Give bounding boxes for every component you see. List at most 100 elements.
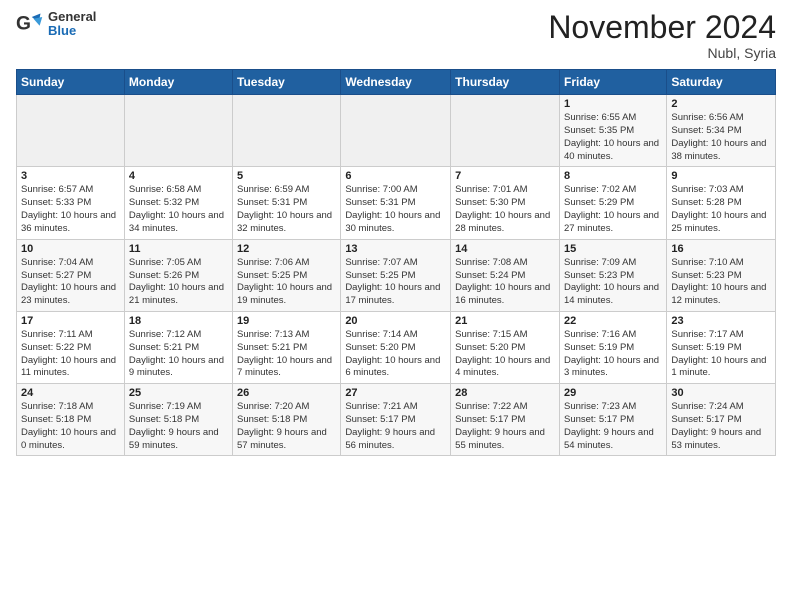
calendar-header-row: SundayMondayTuesdayWednesdayThursdayFrid…	[17, 70, 776, 95]
calendar-cell: 2 Sunrise: 6:56 AM Sunset: 5:34 PM Daylig…	[667, 95, 776, 167]
day-info: Sunrise: 6:59 AM Sunset: 5:31 PM Dayligh…	[237, 184, 336, 235]
day-number: 3	[21, 170, 120, 182]
calendar-week-row: 1 Sunrise: 6:55 AM Sunset: 5:35 PM Daylig…	[17, 95, 776, 167]
header: G General Blue November 2024 Nubl, Syria	[16, 10, 776, 61]
day-info: Sunrise: 7:17 AM Sunset: 5:19 PM Dayligh…	[671, 329, 771, 380]
day-number: 15	[564, 243, 662, 255]
calendar-cell: 3Sunrise: 6:57 AM Sunset: 5:33 PM Daylig…	[17, 167, 125, 239]
day-info: Sunrise: 7:16 AM Sunset: 5:19 PM Dayligh…	[564, 329, 662, 380]
day-number: 27	[345, 387, 446, 399]
day-number: 24	[21, 387, 120, 399]
day-number: 23	[671, 315, 771, 327]
day-number: 16	[671, 243, 771, 255]
calendar-cell: 29 Sunrise: 7:23 AM Sunset: 5:17 PM Dayli…	[559, 384, 666, 456]
title-month: November 2024	[548, 10, 776, 45]
day-number: 30	[671, 387, 771, 399]
calendar-cell: 22Sunrise: 7:16 AM Sunset: 5:19 PM Dayli…	[559, 311, 666, 383]
day-number: 11	[129, 243, 228, 255]
day-number: 1	[564, 98, 662, 110]
day-number: 20	[345, 315, 446, 327]
calendar-cell	[233, 95, 341, 167]
day-number: 14	[455, 243, 555, 255]
calendar-cell	[17, 95, 125, 167]
day-info: Sunrise: 6:58 AM Sunset: 5:32 PM Dayligh…	[129, 184, 228, 235]
calendar-cell: 6 Sunrise: 7:00 AM Sunset: 5:31 PM Daylig…	[341, 167, 451, 239]
day-number: 6	[345, 170, 446, 182]
day-info: Sunrise: 7:19 AM Sunset: 5:18 PM Dayligh…	[129, 401, 228, 452]
day-number: 10	[21, 243, 120, 255]
day-info: Sunrise: 7:18 AM Sunset: 5:18 PM Dayligh…	[21, 401, 120, 452]
day-info: Sunrise: 7:11 AM Sunset: 5:22 PM Dayligh…	[21, 329, 120, 380]
day-info: Sunrise: 6:56 AM Sunset: 5:34 PM Dayligh…	[671, 112, 771, 163]
calendar-cell: 18Sunrise: 7:12 AM Sunset: 5:21 PM Dayli…	[124, 311, 232, 383]
calendar-week-row: 17Sunrise: 7:11 AM Sunset: 5:22 PM Dayli…	[17, 311, 776, 383]
day-info: Sunrise: 7:00 AM Sunset: 5:31 PM Dayligh…	[345, 184, 446, 235]
svg-text:G: G	[16, 14, 31, 35]
day-info: Sunrise: 7:13 AM Sunset: 5:21 PM Dayligh…	[237, 329, 336, 380]
weekday-header: Thursday	[451, 70, 560, 95]
calendar-cell: 21 Sunrise: 7:15 AM Sunset: 5:20 PM Dayli…	[451, 311, 560, 383]
calendar-cell: 24 Sunrise: 7:18 AM Sunset: 5:18 PM Dayli…	[17, 384, 125, 456]
day-info: Sunrise: 7:15 AM Sunset: 5:20 PM Dayligh…	[455, 329, 555, 380]
logo-icon: G	[16, 10, 44, 38]
page: G General Blue November 2024 Nubl, Syria…	[0, 0, 792, 472]
calendar-cell: 16 Sunrise: 7:10 AM Sunset: 5:23 PM Dayli…	[667, 239, 776, 311]
day-info: Sunrise: 7:14 AM Sunset: 5:20 PM Dayligh…	[345, 329, 446, 380]
day-number: 25	[129, 387, 228, 399]
day-number: 4	[129, 170, 228, 182]
day-info: Sunrise: 7:07 AM Sunset: 5:25 PM Dayligh…	[345, 257, 446, 308]
logo-text: General Blue	[48, 10, 96, 39]
weekday-header: Monday	[124, 70, 232, 95]
calendar-cell: 7Sunrise: 7:01 AM Sunset: 5:30 PM Daylig…	[451, 167, 560, 239]
calendar-cell: 11 Sunrise: 7:05 AM Sunset: 5:26 PM Dayli…	[124, 239, 232, 311]
title-location: Nubl, Syria	[548, 45, 776, 61]
calendar-cell: 1 Sunrise: 6:55 AM Sunset: 5:35 PM Daylig…	[559, 95, 666, 167]
day-info: Sunrise: 7:04 AM Sunset: 5:27 PM Dayligh…	[21, 257, 120, 308]
calendar-cell: 14 Sunrise: 7:08 AM Sunset: 5:24 PM Dayli…	[451, 239, 560, 311]
calendar-cell: 15Sunrise: 7:09 AM Sunset: 5:23 PM Dayli…	[559, 239, 666, 311]
day-number: 18	[129, 315, 228, 327]
title-block: November 2024 Nubl, Syria	[548, 10, 776, 61]
calendar-cell	[124, 95, 232, 167]
weekday-header: Sunday	[17, 70, 125, 95]
logo: G General Blue	[16, 10, 96, 39]
calendar-cell: 26Sunrise: 7:20 AM Sunset: 5:18 PM Dayli…	[233, 384, 341, 456]
day-info: Sunrise: 7:05 AM Sunset: 5:26 PM Dayligh…	[129, 257, 228, 308]
day-number: 19	[237, 315, 336, 327]
calendar-week-row: 24 Sunrise: 7:18 AM Sunset: 5:18 PM Dayli…	[17, 384, 776, 456]
calendar-cell	[451, 95, 560, 167]
calendar-cell: 30 Sunrise: 7:24 AM Sunset: 5:17 PM Dayli…	[667, 384, 776, 456]
day-number: 29	[564, 387, 662, 399]
day-number: 9	[671, 170, 771, 182]
weekday-header: Wednesday	[341, 70, 451, 95]
day-info: Sunrise: 7:23 AM Sunset: 5:17 PM Dayligh…	[564, 401, 662, 452]
weekday-header: Friday	[559, 70, 666, 95]
day-number: 8	[564, 170, 662, 182]
calendar-cell: 13 Sunrise: 7:07 AM Sunset: 5:25 PM Dayli…	[341, 239, 451, 311]
day-info: Sunrise: 7:22 AM Sunset: 5:17 PM Dayligh…	[455, 401, 555, 452]
calendar-cell: 10 Sunrise: 7:04 AM Sunset: 5:27 PM Dayli…	[17, 239, 125, 311]
day-number: 21	[455, 315, 555, 327]
calendar-cell: 17Sunrise: 7:11 AM Sunset: 5:22 PM Dayli…	[17, 311, 125, 383]
day-number: 28	[455, 387, 555, 399]
day-info: Sunrise: 6:55 AM Sunset: 5:35 PM Dayligh…	[564, 112, 662, 163]
day-info: Sunrise: 7:08 AM Sunset: 5:24 PM Dayligh…	[455, 257, 555, 308]
day-info: Sunrise: 7:03 AM Sunset: 5:28 PM Dayligh…	[671, 184, 771, 235]
day-number: 7	[455, 170, 555, 182]
calendar-cell: 20 Sunrise: 7:14 AM Sunset: 5:20 PM Dayli…	[341, 311, 451, 383]
calendar-week-row: 3Sunrise: 6:57 AM Sunset: 5:33 PM Daylig…	[17, 167, 776, 239]
weekday-header: Tuesday	[233, 70, 341, 95]
day-info: Sunrise: 7:24 AM Sunset: 5:17 PM Dayligh…	[671, 401, 771, 452]
day-number: 2	[671, 98, 771, 110]
calendar-cell: 27 Sunrise: 7:21 AM Sunset: 5:17 PM Dayli…	[341, 384, 451, 456]
calendar-cell	[341, 95, 451, 167]
logo-general-text: General	[48, 10, 96, 24]
calendar-cell: 12Sunrise: 7:06 AM Sunset: 5:25 PM Dayli…	[233, 239, 341, 311]
calendar-cell: 23 Sunrise: 7:17 AM Sunset: 5:19 PM Dayli…	[667, 311, 776, 383]
day-info: Sunrise: 7:21 AM Sunset: 5:17 PM Dayligh…	[345, 401, 446, 452]
calendar-cell: 8Sunrise: 7:02 AM Sunset: 5:29 PM Daylig…	[559, 167, 666, 239]
day-number: 13	[345, 243, 446, 255]
calendar-cell: 25 Sunrise: 7:19 AM Sunset: 5:18 PM Dayli…	[124, 384, 232, 456]
calendar-week-row: 10 Sunrise: 7:04 AM Sunset: 5:27 PM Dayli…	[17, 239, 776, 311]
day-info: Sunrise: 7:10 AM Sunset: 5:23 PM Dayligh…	[671, 257, 771, 308]
